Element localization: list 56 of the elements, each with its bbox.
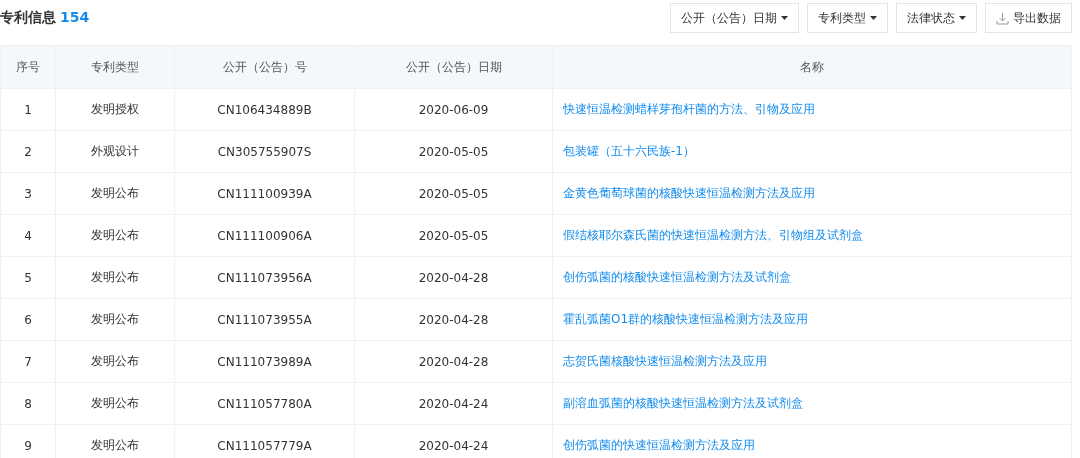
download-icon [996, 11, 1009, 25]
table-cell: 2020-05-05 [354, 172, 553, 215]
table-cell: 8 [0, 382, 56, 425]
table-cell: 发明公布 [55, 214, 175, 257]
column-header: 名称 [552, 45, 1072, 89]
table-cell: CN111100906A [174, 214, 355, 257]
table-cell: 2020-05-05 [354, 214, 553, 257]
column-header: 公开（公告）号 [174, 45, 355, 89]
patent-link[interactable]: 包装罐（五十六民族-1） [563, 144, 695, 158]
table-cell: CN111073989A [174, 340, 355, 383]
table-cell: 1 [0, 88, 56, 131]
table-cell: 2020-06-09 [354, 88, 553, 131]
patent-link[interactable]: 志贺氏菌核酸快速恒温检测方法及应用 [563, 354, 767, 368]
table-cell: 9 [0, 424, 56, 458]
table-cell: 2020-04-28 [354, 298, 553, 341]
caret-icon [781, 16, 788, 20]
patent-link[interactable]: 创伤弧菌的核酸快速恒温检测方法及试剂盒 [563, 270, 791, 284]
patent-link[interactable]: 假结核耶尔森氏菌的快速恒温检测方法、引物组及试剂盒 [563, 228, 863, 242]
table-cell: 2020-05-05 [354, 130, 553, 173]
filter-dropdown[interactable]: 法律状态 [896, 3, 977, 33]
section-title: 专利信息 154 [0, 9, 90, 27]
patent-link[interactable]: 创伤弧菌的快速恒温检测方法及应用 [563, 438, 755, 452]
caret-icon [959, 16, 966, 20]
table-cell: 2020-04-28 [354, 340, 553, 383]
table-cell: 发明公布 [55, 340, 175, 383]
table-cell: 发明公布 [55, 256, 175, 299]
table-cell: CN106434889B [174, 88, 355, 131]
table-cell: 5 [0, 256, 56, 299]
filter-dropdown[interactable]: 公开（公告）日期 [670, 3, 799, 33]
filter-dropdown[interactable]: 专利类型 [807, 3, 888, 33]
patent-link[interactable]: 霍乱弧菌O1群的核酸快速恒温检测方法及应用 [563, 312, 809, 326]
table-cell: 发明公布 [55, 172, 175, 215]
table-cell: CN111073956A [174, 256, 355, 299]
table-cell: 2020-04-24 [354, 382, 553, 425]
column-header: 公开（公告）日期 [354, 45, 553, 89]
table-cell: 7 [0, 340, 56, 383]
table-cell: 2020-04-28 [354, 256, 553, 299]
patent-link[interactable]: 快速恒温检测蜡样芽孢杆菌的方法、引物及应用 [563, 102, 815, 116]
patent-link[interactable]: 金黄色葡萄球菌的核酸快速恒温检测方法及应用 [563, 186, 815, 200]
table-cell: 外观设计 [55, 130, 175, 173]
table-cell: 3 [0, 172, 56, 215]
patent-link[interactable]: 副溶血弧菌的核酸快速恒温检测方法及试剂盒 [563, 396, 803, 410]
table-cell: 发明公布 [55, 382, 175, 425]
table-cell: 发明公布 [55, 298, 175, 341]
caret-icon [870, 16, 877, 20]
table-cell: CN111073955A [174, 298, 355, 341]
table-cell: 发明授权 [55, 88, 175, 131]
column-header: 专利类型 [55, 45, 175, 89]
table-cell: CN111057780A [174, 382, 355, 425]
table-cell: 4 [0, 214, 56, 257]
table-cell: 6 [0, 298, 56, 341]
table-cell: CN305755907S [174, 130, 355, 173]
column-header: 序号 [0, 45, 56, 89]
table-cell: CN111100939A [174, 172, 355, 215]
export-button[interactable]: 导出数据 [985, 3, 1072, 33]
table-cell: 2 [0, 130, 56, 173]
